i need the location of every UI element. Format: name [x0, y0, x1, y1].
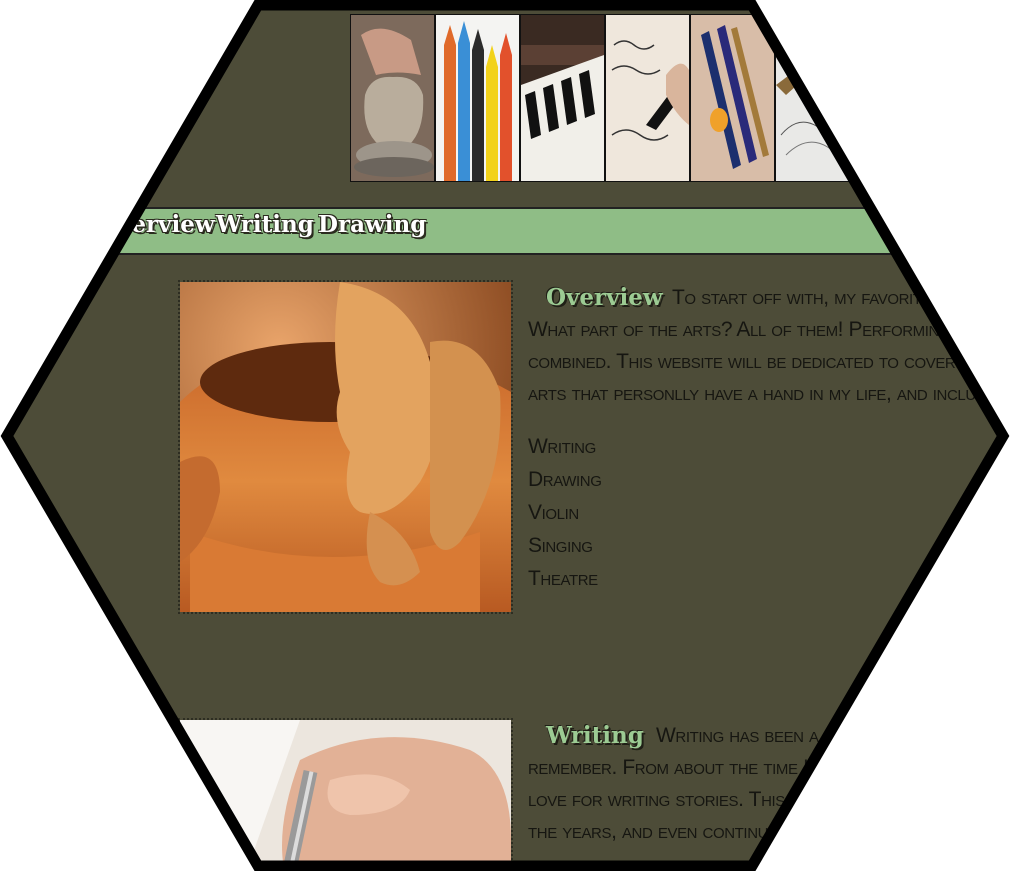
- overview-text-line-1: To start off with, my favorite th: [672, 286, 956, 309]
- banner-image-handwriting: [606, 15, 691, 181]
- list-item-theatre: Theatre: [528, 567, 598, 590]
- writing-text-line-1: Writing has been a hu: [656, 724, 845, 747]
- handwriting-icon: [606, 15, 689, 181]
- writing-text-line-2: remember. From about the time I wa: [528, 756, 837, 779]
- colored-pencils-icon: [436, 15, 519, 181]
- sketch-icon: [776, 15, 859, 181]
- page-background: Overview Writing Drawing Overview To sta…: [7, 5, 1010, 866]
- nav-link-overview[interactable]: Overview: [98, 211, 215, 238]
- list-item-writing: Writing: [528, 435, 596, 458]
- pen-writing-icon: [180, 720, 511, 866]
- pottery-icon: [351, 15, 434, 181]
- overview-heading: Overview: [546, 284, 663, 311]
- hexagon-viewport: Overview Writing Drawing Overview To sta…: [7, 5, 1010, 866]
- writing-text-line-3: love for writing stories. This is a: [528, 788, 819, 811]
- writing-text-line-4: the years, and even continues t: [528, 820, 802, 843]
- nav-bottom-border: [7, 253, 1003, 255]
- list-item-violin: Violin: [528, 501, 579, 524]
- list-item-drawing: Drawing: [528, 468, 602, 491]
- header-banner: [350, 14, 872, 182]
- nav-link-drawing[interactable]: Drawing: [318, 211, 426, 238]
- writing-photo-pen: [178, 718, 513, 866]
- paint-brushes-icon: [691, 15, 774, 181]
- overview-text-line-3: combined. This website will be dedicated…: [528, 350, 1010, 373]
- list-item-singing: Singing: [528, 534, 593, 557]
- overview-text-line-4: arts that personlly have a hand in my li…: [528, 382, 1010, 405]
- overview-photo-pottery: [178, 280, 513, 614]
- writing-heading: Writing: [546, 722, 644, 749]
- banner-image-pencils: [436, 15, 521, 181]
- banner-image-pottery: [351, 15, 436, 181]
- nav-link-writing[interactable]: Writing: [216, 211, 314, 238]
- banner-image-piano: [521, 15, 606, 181]
- banner-image-sketch: [776, 15, 859, 181]
- pottery-wheel-icon: [180, 282, 511, 612]
- banner-image-brushes: [691, 15, 776, 181]
- piano-keys-icon: [521, 15, 604, 181]
- arts-list: Writing Drawing Violin Singing Theatre: [528, 430, 602, 595]
- overview-text-line-2: What part of the arts? All of them! Perf…: [528, 318, 1010, 341]
